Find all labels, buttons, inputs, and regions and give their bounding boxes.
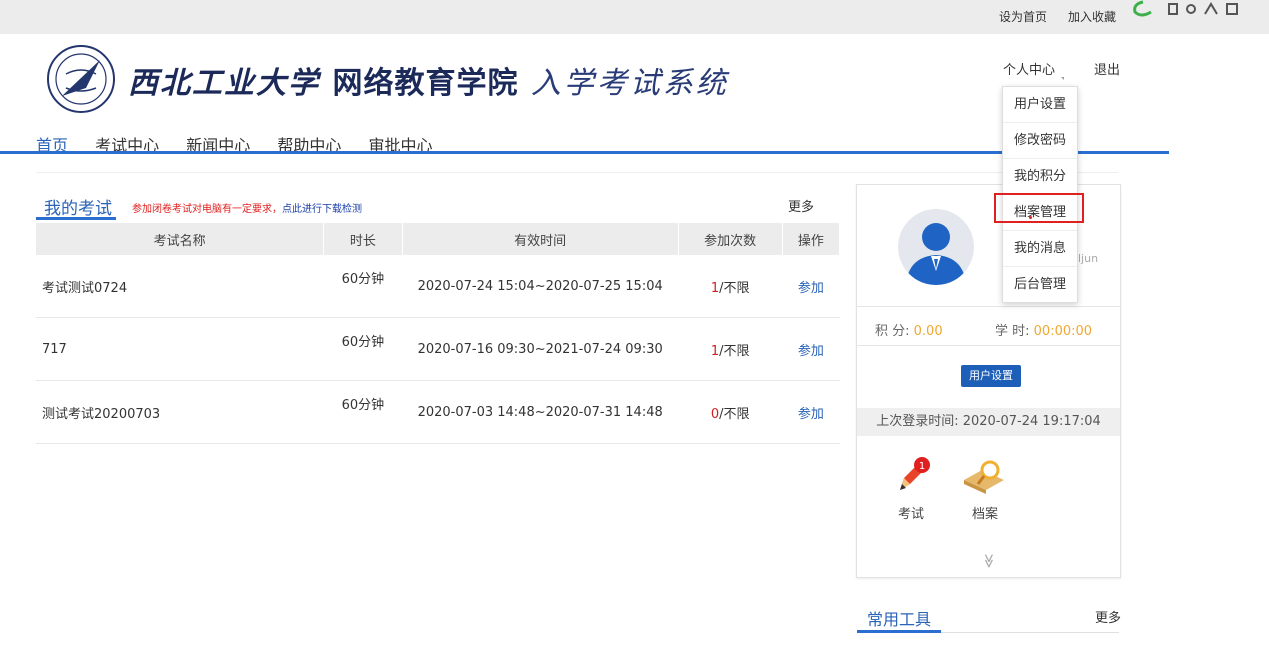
exam-duration: 60分钟 bbox=[323, 380, 403, 444]
exam-attempts: 1/不限 bbox=[678, 255, 783, 318]
cursor-dot bbox=[1029, 216, 1032, 219]
exam-valid-time: 2020-07-24 15:04~2020-07-25 15:04 bbox=[402, 255, 679, 318]
exam-attempts: 1/不限 bbox=[678, 317, 783, 381]
exam-badge-count: 1 bbox=[919, 461, 925, 472]
archive-management-highlight bbox=[994, 193, 1084, 223]
table-header-row: 考试名称 时长 有效时间 参加次数 操作 bbox=[36, 223, 841, 255]
exam-attempts: 0/不限 bbox=[678, 380, 783, 444]
exam-table: 考试名称 时长 有效时间 参加次数 操作 考试测试0724 60分钟 2020-… bbox=[36, 223, 841, 444]
hours-value: 00:00:00 bbox=[1033, 324, 1093, 339]
join-exam-link[interactable]: 参加 bbox=[782, 317, 840, 381]
col-exam-name: 考试名称 bbox=[36, 223, 325, 255]
shortcut-exam-label[interactable]: 考试 bbox=[898, 503, 924, 522]
score-label: 积 分: bbox=[875, 324, 910, 339]
archive-search-icon[interactable] bbox=[960, 456, 1010, 498]
exam-duration: 60分钟 bbox=[323, 317, 403, 381]
table-row: 测试考试20200703 60分钟 2020-07-03 14:48~2020-… bbox=[36, 380, 840, 444]
exam-name: 测试考试20200703 bbox=[36, 380, 324, 444]
user-center-label: 个人中心 bbox=[1003, 63, 1056, 78]
exam-pencil-icon[interactable]: 1 bbox=[892, 456, 932, 496]
last-login-time: 上次登录时间: 2020-07-24 19:17:04 bbox=[857, 408, 1120, 436]
hours-label: 学 时: bbox=[995, 324, 1030, 339]
site-title-main: 西北工业大学 bbox=[128, 66, 320, 101]
score-value: 0.00 bbox=[913, 324, 943, 339]
site-title: 西北工业大学 网络教育学院 入学考试系统 bbox=[128, 58, 729, 102]
hours-stat: 学 时: 00:00:00 bbox=[995, 320, 1092, 339]
score-stat: 积 分: 0.00 bbox=[875, 320, 943, 339]
exam-duration: 60分钟 bbox=[323, 255, 403, 318]
site-title-system: 入学考试系统 bbox=[530, 66, 729, 101]
exam-notice-text: 参加闭卷考试对电脑有一定要求， bbox=[132, 204, 282, 215]
attempt-limit: /不限 bbox=[719, 406, 750, 422]
attempt-limit: /不限 bbox=[719, 280, 750, 296]
attempt-limit: /不限 bbox=[719, 343, 750, 359]
user-center-menu[interactable]: 个人中心 bbox=[1003, 59, 1065, 80]
avatar[interactable] bbox=[898, 209, 974, 285]
menu-item-change-password[interactable]: 修改密码 bbox=[1003, 123, 1077, 159]
logout-link[interactable]: 退出 bbox=[1094, 59, 1120, 78]
join-exam-link[interactable]: 参加 bbox=[782, 255, 840, 318]
attempt-count: 0 bbox=[710, 406, 720, 422]
common-tools-title: 常用工具 bbox=[867, 610, 932, 629]
col-duration: 时长 bbox=[323, 223, 403, 255]
my-exams-title: 我的考试 bbox=[44, 199, 112, 219]
exam-name: 717 bbox=[36, 317, 324, 381]
join-exam-link[interactable]: 参加 bbox=[782, 380, 840, 444]
user-avatar-icon bbox=[906, 223, 966, 285]
attempt-count: 1 bbox=[710, 280, 720, 296]
set-home-link[interactable]: 设为首页 bbox=[999, 8, 1047, 25]
table-row: 717 60分钟 2020-07-16 09:30~2021-07-24 09:… bbox=[36, 317, 840, 381]
tools-more-link[interactable]: 更多 bbox=[1095, 607, 1121, 626]
menu-item-my-messages[interactable]: 我的消息 bbox=[1003, 231, 1077, 267]
shortcut-file-label[interactable]: 档案 bbox=[972, 503, 998, 522]
exam-valid-time: 2020-07-03 14:48~2020-07-31 14:48 bbox=[402, 380, 679, 444]
user-settings-button[interactable]: 用户设置 bbox=[961, 365, 1021, 387]
brand-corner-logo bbox=[1133, 0, 1238, 17]
col-attempts: 参加次数 bbox=[678, 223, 783, 255]
caret-down-icon bbox=[1061, 77, 1065, 80]
add-favorite-link[interactable]: 加入收藏 bbox=[1068, 8, 1116, 25]
col-action: 操作 bbox=[782, 223, 841, 255]
my-exams-underline bbox=[36, 217, 116, 220]
menu-item-admin[interactable]: 后台管理 bbox=[1003, 267, 1077, 302]
exam-name: 考试测试0724 bbox=[36, 255, 324, 318]
content-divider bbox=[36, 172, 1118, 173]
my-exams-more-link[interactable]: 更多 bbox=[788, 196, 814, 215]
exam-notice: 参加闭卷考试对电脑有一定要求，点此进行下载检测 bbox=[132, 200, 362, 215]
col-valid-time: 有效时间 bbox=[402, 223, 679, 255]
common-tools-underline bbox=[857, 630, 941, 633]
university-seal-icon bbox=[47, 45, 115, 113]
attempt-count: 1 bbox=[710, 343, 720, 359]
exam-valid-time: 2020-07-16 09:30~2021-07-24 09:30 bbox=[402, 317, 679, 381]
table-row: 考试测试0724 60分钟 2020-07-24 15:04~2020-07-2… bbox=[36, 255, 840, 318]
expand-chevron-icon[interactable]: ≫ bbox=[980, 554, 996, 569]
menu-item-my-points[interactable]: 我的积分 bbox=[1003, 159, 1077, 195]
nav-divider bbox=[0, 151, 1169, 154]
site-title-sub: 网络教育学院 bbox=[332, 66, 519, 101]
username-fragment: ljun bbox=[1078, 252, 1099, 265]
download-check-link[interactable]: 点此进行下载检测 bbox=[282, 204, 362, 215]
menu-item-user-settings[interactable]: 用户设置 bbox=[1003, 87, 1077, 123]
